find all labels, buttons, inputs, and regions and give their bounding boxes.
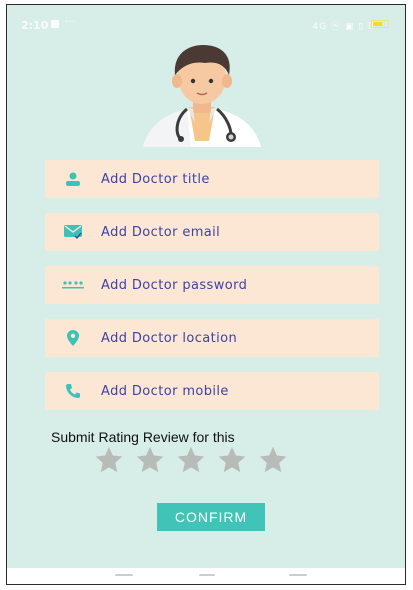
phone-frame: 2:10 ··· 4G ⓦ ▣ ▯ ll Add Doctor title Ad…	[6, 4, 406, 585]
nav-menu-icon[interactable]	[115, 574, 133, 576]
star-icon-2[interactable]	[134, 445, 166, 475]
location-pin-icon	[45, 330, 101, 346]
person-icon	[45, 172, 101, 186]
confirm-button[interactable]: CONFIRM	[157, 503, 265, 531]
star-icon-4[interactable]	[216, 445, 248, 475]
doctor-location-field[interactable]: Add Doctor location	[45, 319, 379, 357]
email-icon	[45, 225, 101, 239]
more-notifications-icon: ···	[65, 15, 76, 28]
password-dots-icon	[45, 280, 101, 290]
star-icon-1[interactable]	[93, 445, 125, 475]
doctor-password-field[interactable]: Add Doctor password	[45, 266, 379, 304]
star-rating[interactable]	[93, 445, 289, 475]
doctor-password-placeholder: Add Doctor password	[101, 277, 248, 293]
doctor-mobile-placeholder: Add Doctor mobile	[101, 383, 229, 399]
doctor-title-placeholder: Add Doctor title	[101, 171, 210, 187]
notification-icon	[51, 20, 59, 28]
doctor-avatar-icon	[143, 45, 261, 147]
phone-icon	[45, 383, 101, 399]
doctor-email-field[interactable]: Add Doctor email	[45, 213, 379, 251]
status-time: 2:10	[21, 19, 49, 32]
battery-icon	[371, 20, 389, 28]
status-indicators: 4G ⓦ ▣ ▯ ll	[312, 22, 375, 32]
rating-title: Submit Rating Review for this	[51, 429, 235, 445]
system-nav-bar	[7, 568, 405, 584]
status-bar: 2:10 ··· 4G ⓦ ▣ ▯ ll	[7, 5, 405, 45]
app-screen: 2:10 ··· 4G ⓦ ▣ ▯ ll Add Doctor title Ad…	[7, 5, 405, 568]
star-icon-5[interactable]	[257, 445, 289, 475]
doctor-mobile-field[interactable]: Add Doctor mobile	[45, 372, 379, 410]
doctor-location-placeholder: Add Doctor location	[101, 330, 238, 346]
star-icon-3[interactable]	[175, 445, 207, 475]
nav-back-icon[interactable]	[289, 574, 307, 576]
doctor-email-placeholder: Add Doctor email	[101, 224, 221, 240]
nav-home-icon[interactable]	[199, 574, 215, 576]
doctor-title-field[interactable]: Add Doctor title	[45, 160, 379, 198]
